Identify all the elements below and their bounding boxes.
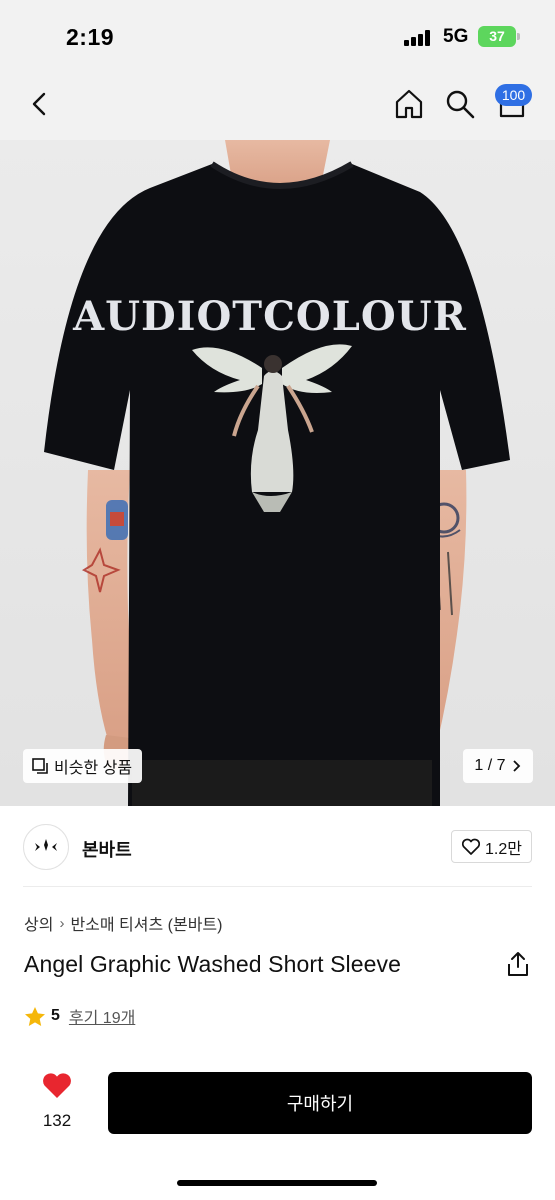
wish-count: 132 [42, 1111, 72, 1130]
similar-label: 비슷한 상품 [54, 760, 133, 777]
battery-icon: 37 [478, 26, 520, 47]
status-time: 2:19 [66, 24, 115, 50]
status-bar: 2:19 5G 37 [0, 0, 555, 70]
home-indicator [177, 1180, 377, 1186]
chevron-right-icon [512, 760, 520, 772]
rating-score: 5 [51, 1007, 60, 1024]
home-icon[interactable] [389, 84, 429, 124]
breadcrumb-subcategory[interactable]: 반소매 티셔츠 (본바트) [70, 911, 222, 935]
product-image[interactable]: AUDIOTCOLOUR [0, 140, 555, 806]
similar-products-button[interactable]: 비슷한 상품 [23, 749, 143, 783]
heart-outline-icon [461, 838, 481, 855]
share-icon[interactable] [505, 950, 531, 978]
reviews-link[interactable]: 후기 19개 [69, 1004, 135, 1028]
brand-name[interactable]: 본바트 [82, 836, 132, 862]
heart-filled-icon [43, 1073, 71, 1098]
top-nav [0, 70, 555, 140]
product-title: Angel Graphic Washed Short Sleeve [24, 951, 402, 977]
buy-button[interactable]: 구매하기 [108, 1072, 532, 1134]
breadcrumb: 상의 › 반소매 티셔츠 (본바트) [24, 911, 222, 935]
similar-icon [32, 758, 48, 774]
cart-count-badge: 100 [495, 84, 532, 106]
divider [23, 886, 532, 887]
brand-logo[interactable] [23, 824, 69, 870]
brand-like-button[interactable]: 1.2만 [451, 830, 532, 863]
star-icon [25, 1006, 45, 1026]
rating-row: 5 후기 19개 [24, 1004, 135, 1028]
battery-level: 37 [489, 28, 505, 44]
signal-icon [404, 30, 434, 46]
pager-text: 1 / 7 [474, 757, 506, 774]
chevron-right-icon: › [59, 914, 65, 932]
search-icon[interactable] [440, 84, 480, 124]
shirt-graphic-text: AUDIOTCOLOUR [72, 293, 467, 340]
wishlist-button[interactable]: 132 [30, 1072, 84, 1131]
image-pager[interactable]: 1 / 7 [463, 749, 533, 783]
back-icon[interactable] [20, 84, 60, 124]
brand-like-count: 1.2만 [485, 840, 522, 858]
breadcrumb-category[interactable]: 상의 [24, 911, 53, 935]
network-type: 5G [443, 26, 469, 47]
